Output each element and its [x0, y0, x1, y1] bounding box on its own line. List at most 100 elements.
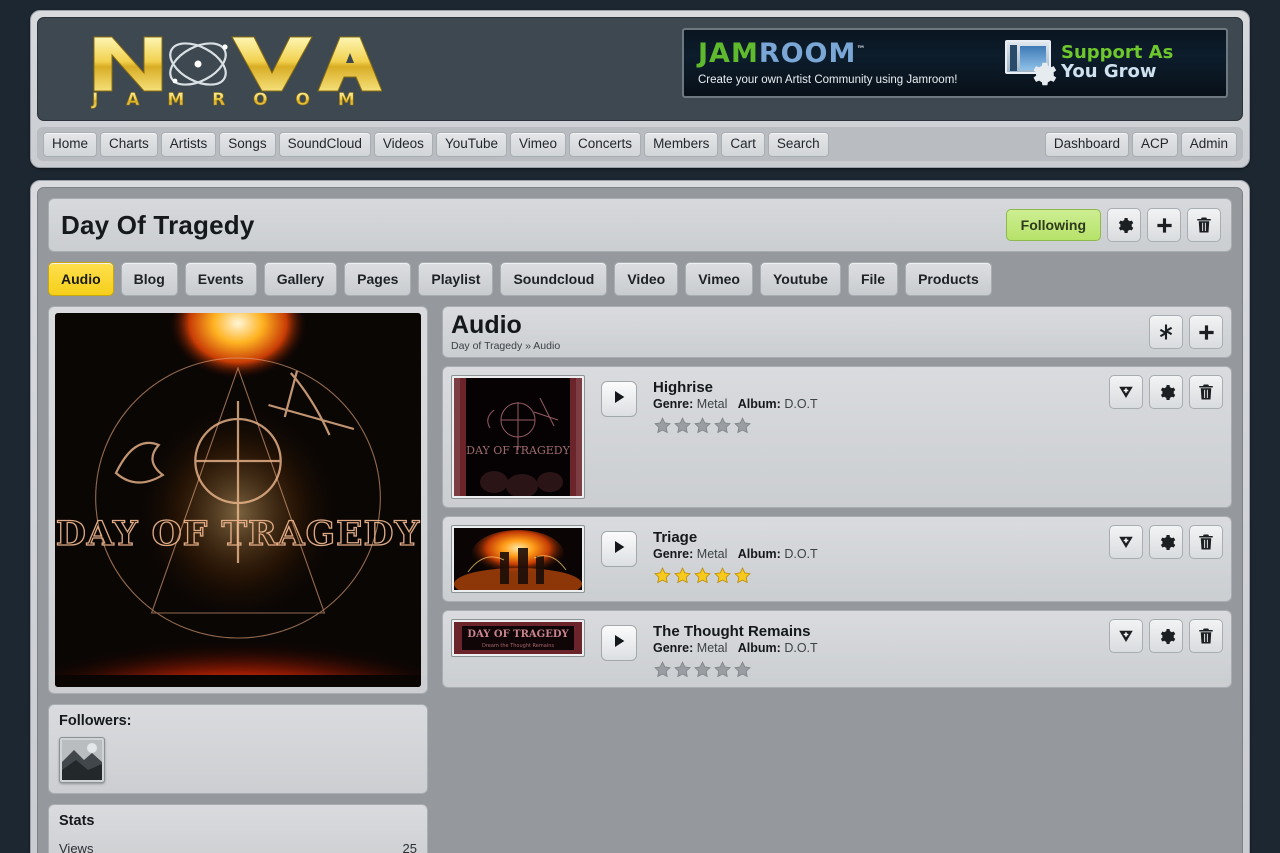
track-download-button[interactable] — [1109, 525, 1143, 559]
tab-gallery[interactable]: Gallery — [263, 262, 338, 296]
star-icon[interactable] — [713, 416, 732, 435]
track-download-button[interactable] — [1109, 375, 1143, 409]
track-rating[interactable] — [653, 416, 1223, 435]
track-delete-button[interactable] — [1189, 375, 1223, 409]
track-settings-button[interactable] — [1149, 375, 1183, 409]
nav-item-youtube[interactable]: YouTube — [435, 131, 507, 157]
track-thumbnail-image: DAY OF TRAGEDY Dream the Thought Remains — [454, 622, 582, 654]
track-settings-button[interactable] — [1149, 619, 1183, 653]
gear-icon — [1115, 216, 1134, 235]
nav-item-vimeo[interactable]: Vimeo — [510, 131, 567, 157]
track-thumbnail[interactable]: DAY OF TRAGEDY Dream the Thought Remains — [451, 619, 585, 657]
star-icon[interactable] — [693, 566, 712, 585]
nav-item-videos[interactable]: Videos — [373, 131, 433, 157]
track-thumbnail[interactable] — [451, 525, 585, 593]
tab-audio[interactable]: Audio — [48, 262, 114, 296]
tab-soundcloud[interactable]: Soundcloud — [500, 262, 608, 296]
tab-vimeo[interactable]: Vimeo — [685, 262, 753, 296]
star-icon[interactable] — [733, 566, 752, 585]
tab-playlist[interactable]: Playlist — [418, 262, 494, 296]
svg-text:DAY OF TRAGEDY: DAY OF TRAGEDY — [56, 514, 420, 554]
following-button[interactable]: Following — [1005, 209, 1101, 241]
star-icon[interactable] — [733, 660, 752, 679]
audio-track-list: DAY OF TRAGEDY Highrise Genre: Metal Album… — [442, 366, 1232, 688]
play-icon — [611, 633, 627, 654]
play-button[interactable] — [601, 381, 637, 417]
star-icon[interactable] — [693, 416, 712, 435]
nav-item-members[interactable]: Members — [644, 131, 719, 157]
star-icon[interactable] — [673, 416, 692, 435]
star-icon[interactable] — [653, 416, 672, 435]
nav-item-cart[interactable]: Cart — [721, 131, 765, 157]
banner-tagline: Create your own Artist Community using J… — [698, 74, 958, 86]
body-shell: Day Of Tragedy Following Audio Blog Even… — [30, 180, 1250, 853]
nav-item-concerts[interactable]: Concerts — [569, 131, 642, 157]
jamroom-banner-ad[interactable]: JAMROOM™ Create your own Artist Communit… — [682, 28, 1228, 98]
profile-panel: Day Of Tragedy Following Audio Blog Even… — [37, 187, 1243, 853]
svg-text:J A M R O O M: J A M R O O M — [91, 90, 366, 109]
track-download-button[interactable] — [1109, 619, 1143, 653]
trash-icon — [1195, 216, 1213, 234]
tab-blog[interactable]: Blog — [120, 262, 178, 296]
tab-events[interactable]: Events — [184, 262, 257, 296]
stats-row-value: 25 — [402, 841, 417, 853]
track-thumbnail[interactable]: DAY OF TRAGEDY — [451, 375, 585, 499]
artist-image-card: DAY OF TRAGEDY — [48, 306, 428, 694]
profile-actions: Following — [1005, 208, 1221, 242]
avatar-image — [62, 740, 102, 780]
download-icon — [1117, 627, 1135, 645]
nav-item-dashboard[interactable]: Dashboard — [1044, 131, 1129, 157]
profile-settings-button[interactable] — [1107, 208, 1141, 242]
asterisk-icon — [1157, 323, 1175, 341]
track-rating[interactable] — [653, 566, 1223, 585]
nav-item-home[interactable]: Home — [43, 131, 98, 157]
tab-pages[interactable]: Pages — [344, 262, 412, 296]
tab-video[interactable]: Video — [614, 262, 679, 296]
plus-icon — [1155, 216, 1174, 235]
tab-products[interactable]: Products — [905, 262, 992, 296]
tab-youtube[interactable]: Youtube — [759, 262, 841, 296]
nav-item-artists[interactable]: Artists — [160, 131, 217, 157]
nav-item-acp[interactable]: ACP — [1131, 131, 1178, 157]
star-icon[interactable] — [673, 660, 692, 679]
track-genre-value: Metal — [696, 547, 728, 561]
download-icon — [1117, 533, 1135, 551]
track-delete-button[interactable] — [1189, 619, 1223, 653]
play-button[interactable] — [601, 625, 637, 661]
nav-item-search[interactable]: Search — [767, 131, 829, 157]
breadcrumb: Day of Tragedy » Audio — [451, 339, 561, 352]
nav-item-songs[interactable]: Songs — [219, 131, 276, 157]
track-settings-button[interactable] — [1149, 525, 1183, 559]
site-logo[interactable]: J A M R O O M — [82, 29, 382, 109]
nav-item-charts[interactable]: Charts — [100, 131, 158, 157]
star-icon[interactable] — [713, 566, 732, 585]
star-icon[interactable] — [733, 416, 752, 435]
tab-file[interactable]: File — [847, 262, 899, 296]
profile-delete-button[interactable] — [1187, 208, 1221, 242]
track-album-value: D.O.T — [784, 397, 818, 411]
star-icon[interactable] — [713, 660, 732, 679]
track-delete-button[interactable] — [1189, 525, 1223, 559]
nav-item-soundcloud[interactable]: SoundCloud — [278, 131, 371, 157]
artist-cover-image: DAY OF TRAGEDY — [55, 313, 421, 687]
play-icon — [611, 539, 627, 560]
track-row: DAY OF TRAGEDY Dream the Thought Remains T… — [442, 610, 1232, 688]
star-icon[interactable] — [653, 660, 672, 679]
audio-feature-button[interactable] — [1149, 315, 1183, 349]
header-shell: J A M R O O M JAMROOM™ Create your own A… — [30, 10, 1250, 168]
svg-text:DAY OF TRAGEDY: DAY OF TRAGEDY — [466, 444, 570, 457]
track-album-label: Album: — [737, 547, 781, 561]
star-icon[interactable] — [673, 566, 692, 585]
gear-icon — [1157, 383, 1176, 402]
stats-card: Stats Views 25 — [48, 804, 428, 853]
play-button[interactable] — [601, 531, 637, 567]
profile-add-button[interactable] — [1147, 208, 1181, 242]
follower-avatar[interactable] — [59, 737, 105, 783]
track-rating[interactable] — [653, 660, 1223, 679]
star-icon[interactable] — [653, 566, 672, 585]
audio-add-button[interactable] — [1189, 315, 1223, 349]
track-album-label: Album: — [737, 641, 781, 655]
nav-item-admin[interactable]: Admin — [1180, 131, 1237, 157]
track-album-value: D.O.T — [784, 547, 818, 561]
star-icon[interactable] — [693, 660, 712, 679]
